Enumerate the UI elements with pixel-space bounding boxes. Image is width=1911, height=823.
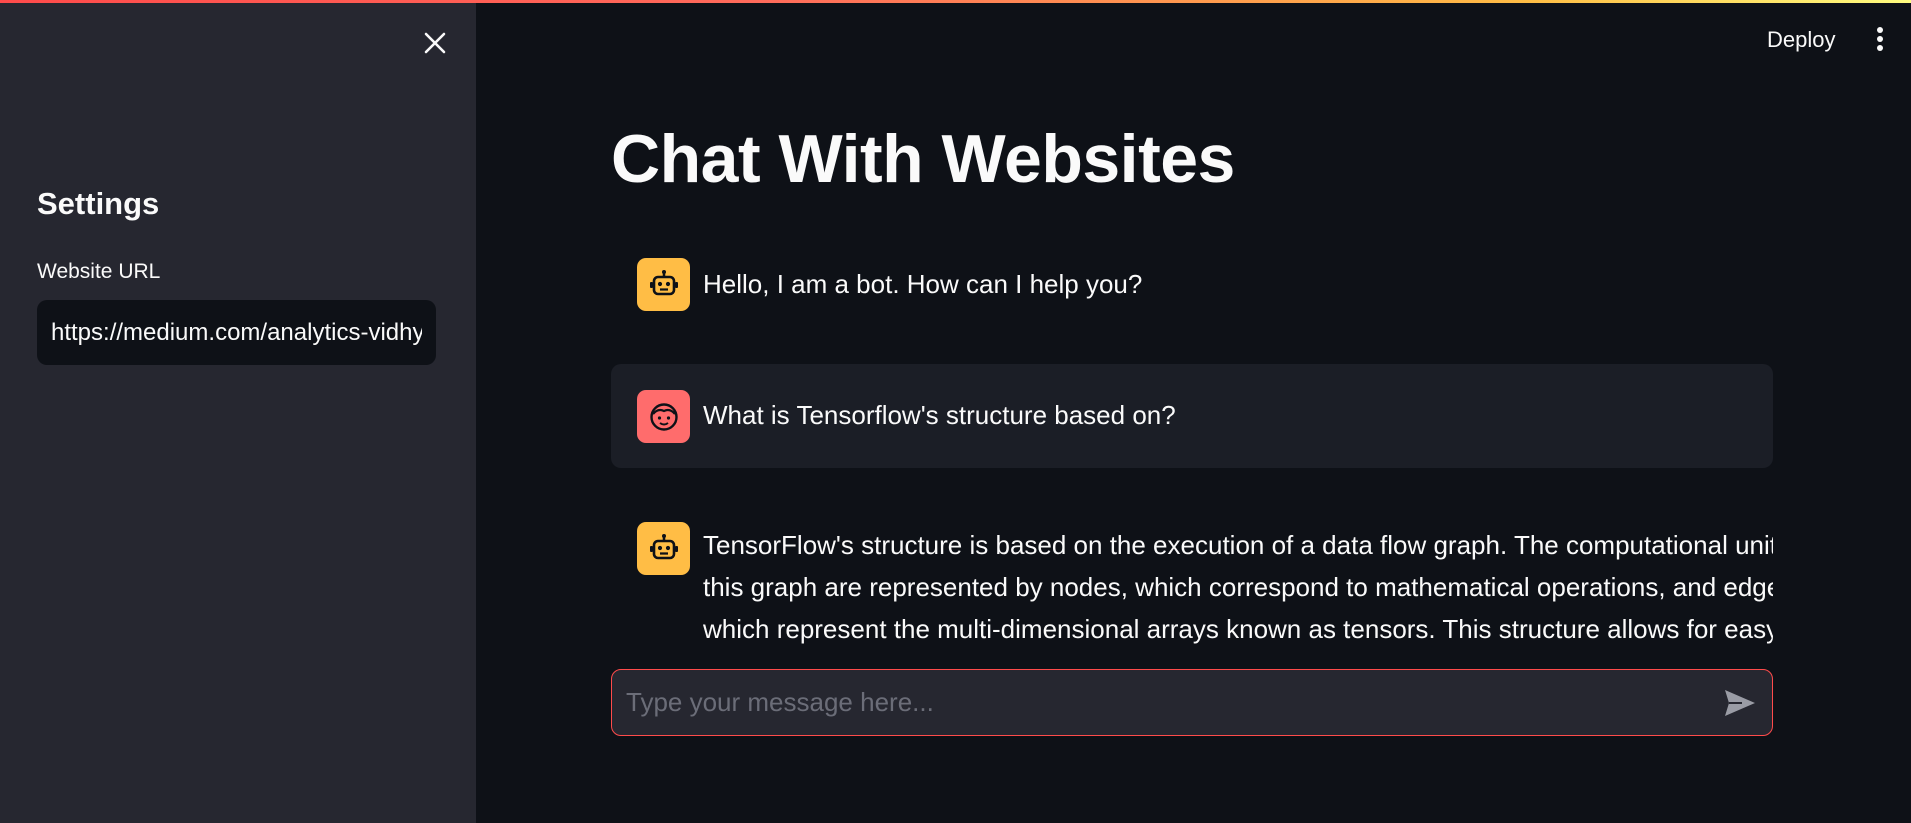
user-avatar — [637, 390, 690, 443]
message-line: TensorFlow's structure is based on the e… — [703, 530, 1773, 560]
sidebar-title: Settings — [37, 186, 160, 221]
top-decoration-bar — [0, 0, 1911, 3]
close-sidebar-button[interactable] — [420, 28, 450, 58]
chat-message-bot: Hello, I am a bot. How can I help you? — [611, 244, 1773, 324]
send-icon — [1725, 690, 1755, 716]
close-icon — [424, 32, 446, 54]
robot-icon — [649, 269, 678, 295]
message-text: What is Tensorflow's structure based on? — [703, 400, 1176, 430]
bot-avatar — [637, 258, 690, 311]
sidebar: Settings Website URL — [0, 0, 476, 823]
page-title: Chat With Websites — [611, 121, 1235, 197]
chat-message-user: What is Tensorflow's structure based on? — [611, 364, 1773, 468]
message-line: which represent the multi-dimensional ar… — [703, 614, 1773, 644]
main-menu-button[interactable] — [1870, 24, 1890, 54]
message-text: Hello, I am a bot. How can I help you? — [703, 269, 1143, 299]
face-icon — [649, 402, 678, 431]
kebab-menu-icon — [1877, 27, 1883, 51]
chat-input-container — [611, 669, 1773, 736]
send-button[interactable] — [1722, 686, 1758, 720]
chat-message-input[interactable] — [626, 670, 1686, 734]
website-url-input[interactable] — [37, 300, 436, 365]
chat-message-bot: TensorFlow's structure is based on the e… — [611, 512, 1773, 647]
website-url-label: Website URL — [37, 260, 161, 283]
robot-icon — [649, 533, 678, 559]
message-line: this graph are represented by nodes, whi… — [703, 572, 1773, 602]
message-text: TensorFlow's structure is based on the e… — [703, 524, 1773, 647]
bot-avatar — [637, 522, 690, 575]
deploy-button[interactable]: Deploy — [1767, 27, 1835, 53]
